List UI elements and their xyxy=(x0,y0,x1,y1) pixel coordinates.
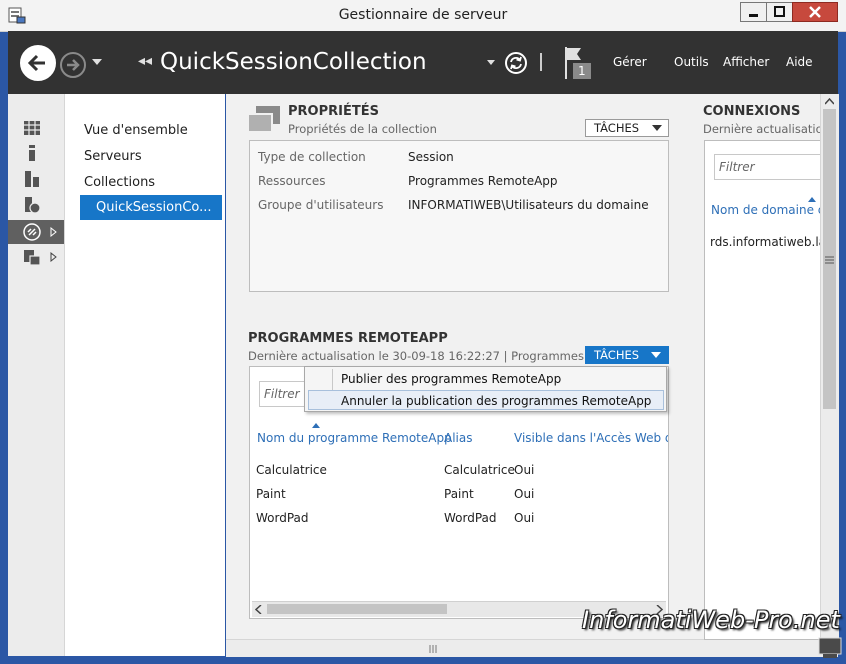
notification-count: 1 xyxy=(578,64,586,78)
grip-icon xyxy=(429,645,437,653)
dashboard-icon[interactable] xyxy=(23,119,41,137)
back-button[interactable] xyxy=(20,45,56,81)
main-horizontal-scrollbar[interactable] xyxy=(226,639,838,657)
tasks-dropdown-menu: Publier des programmes RemoteApp Annuler… xyxy=(304,366,667,412)
connections-filter-input[interactable]: Filtrer xyxy=(714,154,821,180)
breadcrumb-chevrons[interactable]: ◂◂ xyxy=(138,53,152,69)
forward-button[interactable] xyxy=(60,52,86,78)
cell-program: Calculatrice xyxy=(256,463,327,477)
properties-title: PROPRIÉTÉS xyxy=(288,104,379,119)
remoteapp-title: PROGRAMMES REMOTEAPP xyxy=(248,331,448,346)
remote-desktop-icon xyxy=(23,223,41,241)
properties-icon xyxy=(248,106,280,133)
connections-subtitle: Dernière actualisation xyxy=(703,122,830,136)
all-servers-icon[interactable] xyxy=(23,170,41,188)
remoteapp-tasks-button[interactable]: TÂCHES xyxy=(585,346,669,364)
nav-overview[interactable]: Vue d'ensemble xyxy=(84,123,188,138)
minimize-button[interactable] xyxy=(740,2,767,22)
prop-value: Programmes RemoteApp xyxy=(408,174,558,188)
arrow-right-icon xyxy=(67,59,80,71)
menu-item-publish[interactable]: Publier des programmes RemoteApp xyxy=(341,372,561,386)
maximize-button[interactable] xyxy=(766,2,793,22)
navigation-pane: Vue d'ensemble Serveurs Collections Quic… xyxy=(65,94,225,656)
chevron-down-icon xyxy=(651,352,661,358)
cell-alias: Paint xyxy=(444,487,474,501)
notifications-button[interactable]: 1 xyxy=(563,45,593,81)
scroll-left-icon[interactable] xyxy=(255,605,263,614)
watermark: InformatiWeb-Pro.net xyxy=(582,606,840,634)
window-title: Gestionnaire de serveur xyxy=(338,7,508,23)
menu-view[interactable]: Afficher xyxy=(723,55,769,69)
cell-visible: Oui xyxy=(514,487,535,501)
properties-tasks-label: TÂCHES xyxy=(594,121,640,135)
menu-manage[interactable]: Gérer xyxy=(613,55,647,69)
refresh-icon[interactable] xyxy=(504,51,528,75)
chevron-down-icon xyxy=(652,125,662,131)
column-header-domain[interactable]: Nom de domaine co xyxy=(711,203,832,217)
storage-services-icon[interactable] xyxy=(23,248,41,266)
page-title: QuickSessionCollection xyxy=(160,49,427,75)
remoteapp-subtitle: Dernière actualisation le 30-09-18 16:22… xyxy=(248,349,614,363)
expand-arrow-icon xyxy=(50,227,57,237)
prop-label: Ressources xyxy=(258,174,326,188)
cell-program: WordPad xyxy=(256,511,309,525)
scroll-up-icon[interactable] xyxy=(825,98,834,105)
properties-subtitle: Propriétés de la collection xyxy=(288,122,437,136)
properties-tasks-button[interactable]: TÂCHES xyxy=(585,119,669,137)
prop-value: INFORMATIWEB\Utilisateurs du domaine xyxy=(408,198,649,212)
close-button[interactable] xyxy=(792,2,838,22)
prop-value: Session xyxy=(408,150,454,164)
header-bar: ◂◂ QuickSessionCollection 1 Gérer Outils… xyxy=(8,31,838,94)
remoteapp-tasks-label: TÂCHES xyxy=(594,348,640,362)
title-bar: Gestionnaire de serveur xyxy=(0,0,846,32)
cell-alias: WordPad xyxy=(444,511,497,525)
connections-title: CONNEXIONS xyxy=(703,104,801,119)
expand-arrow-icon[interactable] xyxy=(50,252,58,262)
grip-icon xyxy=(825,256,834,264)
sort-ascending-icon xyxy=(808,197,816,202)
arrow-left-icon xyxy=(27,54,45,72)
sort-ascending-icon xyxy=(312,423,320,428)
column-header-alias[interactable]: Alias xyxy=(444,431,472,445)
file-services-icon[interactable] xyxy=(23,196,41,214)
nav-collections[interactable]: Collections xyxy=(84,175,155,190)
connections-panel: Filtrer Nom de domaine co rds.informatiw… xyxy=(704,140,834,640)
prop-label: Type de collection xyxy=(258,150,366,164)
cell-visible: Oui xyxy=(514,511,535,525)
filter-placeholder: Filtrer xyxy=(264,387,300,401)
close-icon xyxy=(809,6,821,18)
nav-collection-selected[interactable]: QuickSessionCo... xyxy=(80,195,222,220)
menu-item-unpublish[interactable]: Annuler la publication des programmes Re… xyxy=(341,394,651,408)
cell-alias: Calculatrice xyxy=(444,463,515,477)
prop-label: Groupe d'utilisateurs xyxy=(258,198,384,212)
properties-panel: Type de collection Session Ressources Pr… xyxy=(249,140,669,292)
header-divider xyxy=(540,53,542,71)
refresh-dropdown-arrow[interactable] xyxy=(487,60,495,65)
menu-tools[interactable]: Outils xyxy=(674,55,709,69)
scrollbar-thumb[interactable] xyxy=(267,604,447,614)
cell-program: Paint xyxy=(256,487,286,501)
minimize-icon xyxy=(749,14,758,17)
nav-servers[interactable]: Serveurs xyxy=(84,149,142,164)
vertical-scrollbar[interactable] xyxy=(820,94,839,639)
maximize-icon xyxy=(774,6,785,17)
menu-help[interactable]: Aide xyxy=(786,55,813,69)
cell-visible: Oui xyxy=(514,463,535,477)
filter-placeholder: Filtrer xyxy=(719,160,755,174)
nav-icon-strip xyxy=(8,94,65,656)
column-header-visible[interactable]: Visible dans l'Accès Web des xyxy=(514,431,668,445)
cell-domain[interactable]: rds.informatiweb.lan xyxy=(710,235,834,249)
history-dropdown-arrow[interactable] xyxy=(92,59,102,65)
remote-desktop-services-nav[interactable] xyxy=(8,220,64,244)
local-server-icon[interactable] xyxy=(23,144,41,162)
nav-collection-label: QuickSessionCo... xyxy=(96,200,212,215)
watermark-logo-icon xyxy=(818,637,842,658)
column-header-program[interactable]: Nom du programme RemoteApp xyxy=(257,431,452,445)
